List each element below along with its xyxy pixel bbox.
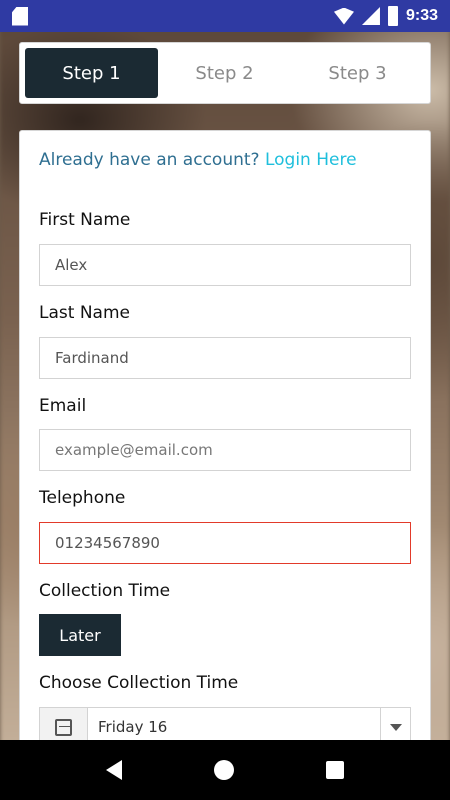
first-name-label: First Name — [39, 210, 131, 230]
sd-card-icon — [12, 6, 28, 26]
tab-step-3[interactable]: Step 3 — [291, 48, 424, 98]
last-name-field[interactable]: Fardinand — [39, 337, 411, 379]
calendar-icon — [55, 718, 72, 736]
battery-icon — [387, 6, 398, 26]
last-name-label: Last Name — [39, 303, 130, 323]
wifi-icon — [333, 7, 354, 25]
step-tabs: Step 1 Step 2 Step 3 — [19, 42, 431, 104]
android-nav-bar — [0, 740, 450, 800]
chevron-down-icon — [389, 723, 402, 731]
first-name-field[interactable]: Alex — [39, 244, 411, 286]
recent-apps-icon[interactable] — [326, 761, 344, 779]
home-icon[interactable] — [214, 760, 234, 780]
last-name-value: Fardinand — [55, 349, 129, 367]
tab-step-2[interactable]: Step 2 — [158, 48, 291, 98]
telephone-label: Telephone — [39, 488, 126, 508]
email-field[interactable]: example@email.com — [39, 429, 411, 471]
status-time: 9:33 — [405, 7, 438, 24]
login-prompt: Already have an account? Login Here — [39, 150, 357, 170]
signal-icon — [361, 7, 380, 25]
status-bar: 9:33 — [0, 0, 450, 32]
telephone-field[interactable]: 01234567890 — [39, 522, 411, 564]
login-link[interactable]: Login Here — [265, 150, 357, 170]
choose-collection-time-label: Choose Collection Time — [39, 673, 239, 693]
later-button[interactable]: Later — [39, 614, 121, 656]
email-label: Email — [39, 396, 87, 416]
telephone-value: 01234567890 — [55, 534, 160, 552]
registration-form: Already have an account? Login Here Firs… — [19, 130, 431, 770]
back-icon[interactable] — [106, 760, 122, 780]
collection-time-label: Collection Time — [39, 581, 171, 601]
email-placeholder: example@email.com — [55, 441, 213, 459]
login-prompt-text: Already have an account? — [39, 150, 260, 170]
tab-step-1[interactable]: Step 1 — [25, 48, 158, 98]
first-name-value: Alex — [55, 256, 88, 274]
